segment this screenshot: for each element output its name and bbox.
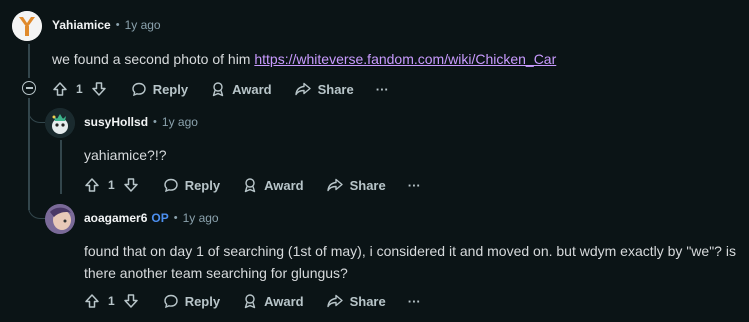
separator: •: [173, 212, 178, 224]
separator: •: [153, 116, 157, 128]
comment-text-line: found that on day 1 of searching (1st of…: [84, 243, 736, 259]
award-icon: [244, 178, 256, 193]
avatar[interactable]: [45, 204, 75, 234]
comment-actions: 1 Reply Award Share ···: [84, 289, 443, 313]
award-icon: [212, 82, 224, 97]
username[interactable]: aoagamer6: [84, 211, 147, 225]
separator: •: [115, 19, 120, 31]
reply-button[interactable]: Reply: [163, 177, 220, 193]
share-icon: [326, 178, 343, 192]
reply-button[interactable]: Reply: [131, 81, 188, 97]
vote-count: 1: [76, 82, 83, 96]
more-options-icon: ···: [407, 293, 421, 309]
downvote-icon[interactable]: [123, 293, 139, 309]
more-options-icon: ···: [375, 81, 389, 97]
thread-branch: [28, 196, 45, 219]
comment-meta: susyHollsd • 1y ago: [84, 115, 198, 129]
award-button[interactable]: Award: [242, 177, 304, 193]
comment-link[interactable]: https://whiteverse.fandom.com/wiki/Chick…: [254, 51, 556, 67]
comment-text-line: there another team searching for glungus…: [84, 265, 348, 281]
vote-count: 1: [108, 294, 115, 308]
upvote-icon[interactable]: [84, 177, 100, 193]
susy-avatar-icon: [45, 108, 75, 138]
upvote-icon[interactable]: [84, 293, 100, 309]
comment-body: we found a second photo of him https://w…: [52, 48, 556, 70]
award-button[interactable]: Award: [242, 293, 304, 309]
reply-label: Reply: [152, 81, 189, 97]
thread-line: [60, 140, 62, 194]
reply-label: Reply: [184, 293, 221, 309]
username[interactable]: susyHollsd: [84, 115, 148, 129]
more-options-button[interactable]: ···: [376, 82, 389, 97]
vote-count: 1: [108, 178, 115, 192]
username[interactable]: Yahiamice: [52, 18, 111, 32]
more-options-icon: ···: [407, 177, 421, 193]
thread-branch: [28, 98, 45, 123]
reply-button[interactable]: Reply: [163, 293, 220, 309]
avatar[interactable]: [45, 108, 75, 138]
timestamp[interactable]: 1y ago: [183, 211, 219, 225]
downvote-icon[interactable]: [91, 81, 107, 97]
comment-meta: Yahiamice • 1y ago: [52, 18, 161, 32]
award-button[interactable]: Award: [210, 81, 272, 97]
vote-group: 1: [52, 81, 107, 97]
vote-group: 1: [84, 177, 139, 193]
share-label: Share: [349, 177, 386, 193]
award-icon: [244, 294, 256, 309]
op-badge: OP: [151, 211, 169, 225]
comment-text: we found a second photo of him: [52, 51, 255, 67]
comment-actions: 1 Reply Award Share ···: [84, 173, 443, 197]
upvote-icon[interactable]: [52, 81, 68, 97]
more-options-button[interactable]: ···: [408, 294, 421, 309]
vote-group: 1: [84, 293, 139, 309]
reply-icon: [163, 294, 178, 309]
share-icon: [326, 294, 343, 308]
comment-meta: aoagamer6 OP • 1y ago: [84, 211, 219, 225]
avatar[interactable]: [12, 11, 42, 41]
share-icon: [294, 82, 311, 96]
reply-icon: [163, 178, 178, 193]
yahiamice-avatar-icon: [12, 11, 42, 41]
collapse-button[interactable]: [22, 81, 36, 95]
share-button[interactable]: Share: [294, 81, 354, 97]
timestamp[interactable]: 1y ago: [162, 115, 198, 129]
aoagamer6-avatar-icon: [45, 204, 75, 234]
award-label: Award: [264, 293, 304, 309]
comment-body: found that on day 1 of searching (1st of…: [84, 240, 736, 284]
share-label: Share: [349, 293, 386, 309]
award-label: Award: [232, 81, 272, 97]
share-button[interactable]: Share: [326, 293, 386, 309]
timestamp[interactable]: 1y ago: [125, 18, 161, 32]
more-options-button[interactable]: ···: [408, 178, 421, 193]
thread-line: [28, 44, 30, 78]
share-button[interactable]: Share: [326, 177, 386, 193]
downvote-icon[interactable]: [123, 177, 139, 193]
comment-actions: 1 Reply Award Share ···: [52, 77, 411, 101]
comment-body: yahiamice?!?: [84, 147, 167, 163]
reply-label: Reply: [184, 177, 221, 193]
reply-icon: [131, 82, 146, 97]
award-label: Award: [264, 177, 304, 193]
share-label: Share: [317, 81, 354, 97]
